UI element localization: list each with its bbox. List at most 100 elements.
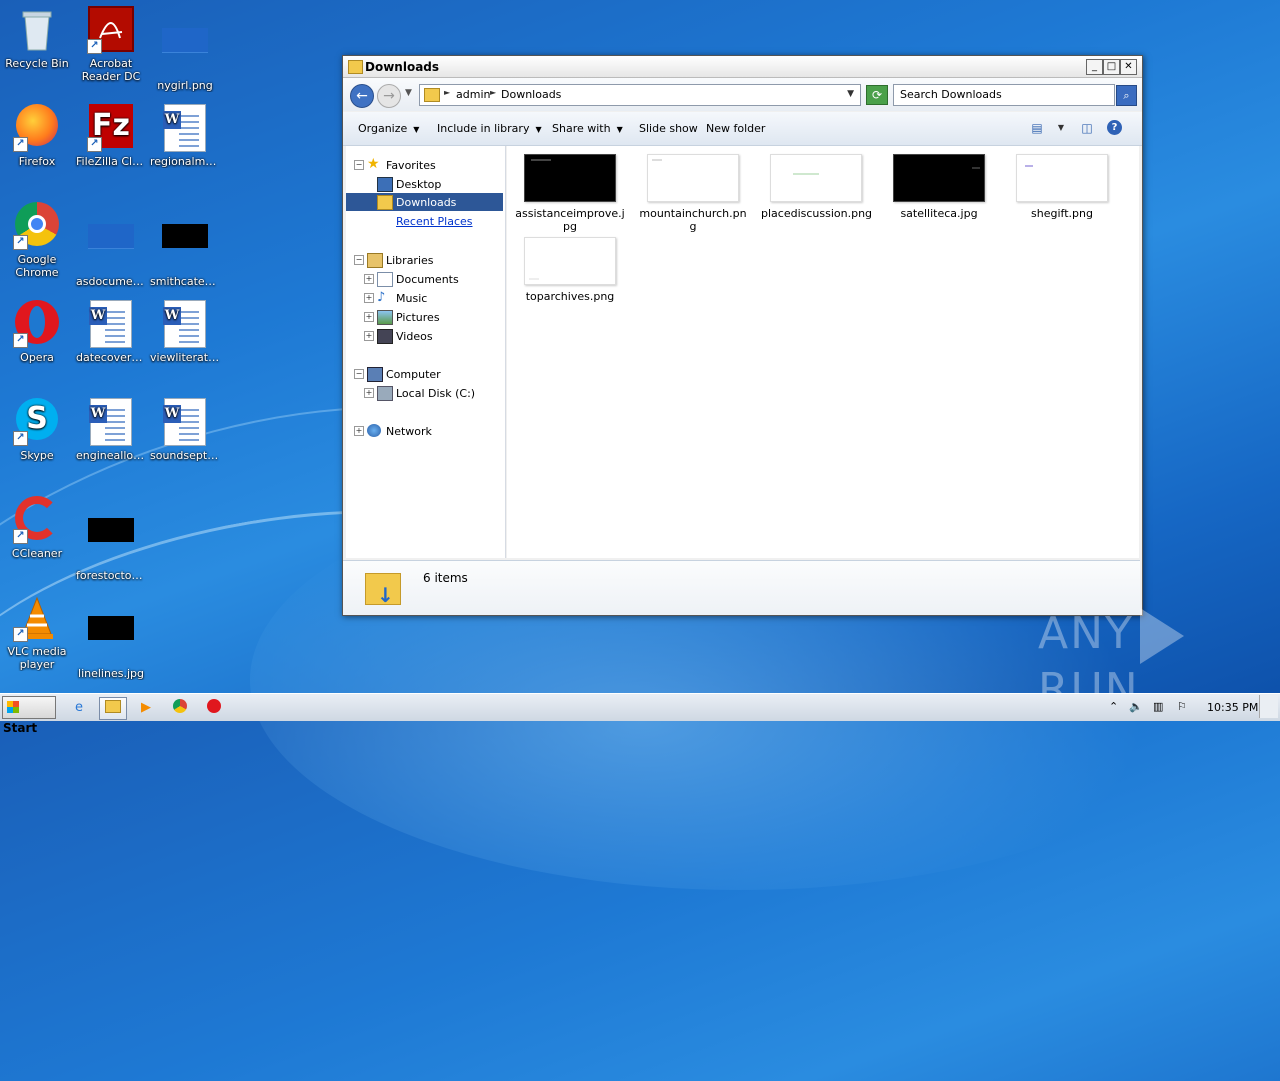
nav-network[interactable]: + Network <box>346 422 503 440</box>
pictures-icon <box>377 310 393 325</box>
preview-pane-icon[interactable]: ◫ <box>1079 120 1095 136</box>
nav-recent-places[interactable]: Recent Places <box>346 212 503 230</box>
desktop-icon-datecovera[interactable]: W datecovera... <box>74 300 148 364</box>
chevron-down-icon: ▼ <box>616 125 623 134</box>
desktop-icon-opera[interactable]: ↗ Opera <box>0 300 74 364</box>
internet-explorer-icon[interactable]: e <box>66 697 92 718</box>
nav-videos[interactable]: + Videos <box>346 327 503 345</box>
title-bar[interactable]: Downloads _ □ ✕ <box>343 56 1142 78</box>
desktop-icon-chrome[interactable]: ↗ Google Chrome <box>0 202 74 279</box>
nav-libraries[interactable]: − Libraries <box>346 251 503 269</box>
desktop-icon-label: Skype <box>20 449 54 462</box>
expand-icon[interactable]: + <box>364 331 374 341</box>
file-item[interactable]: mountainchurch.pn g <box>638 154 748 233</box>
file-item[interactable]: assistanceimprove.j pg <box>515 154 625 233</box>
nav-documents[interactable]: + Documents <box>346 270 503 288</box>
nav-desktop[interactable]: Desktop <box>346 175 503 193</box>
chevron-up-icon[interactable]: ⌃ <box>1109 700 1118 713</box>
music-icon: ♪ <box>377 290 386 305</box>
collapse-icon[interactable]: − <box>354 255 364 265</box>
chevron-down-icon[interactable]: ▼ <box>847 89 854 99</box>
show-desktop-button[interactable] <box>1259 695 1278 718</box>
desktop-icon-engineallow[interactable]: W engineallow... <box>74 398 148 462</box>
start-button[interactable]: Start <box>2 696 56 735</box>
search-icon[interactable]: ⌕ <box>1116 85 1137 106</box>
file-item[interactable]: toparchives.png <box>515 237 625 303</box>
chrome-taskbar-icon[interactable] <box>167 697 193 718</box>
desktop-icon-smithcatego[interactable]: smithcatego... <box>148 202 222 288</box>
chevron-down-icon[interactable]: ▼ <box>1053 120 1069 136</box>
desktop-icon-label: datecovera... <box>76 351 148 364</box>
desktop-icon-asdocument[interactable]: asdocument... <box>74 202 148 288</box>
recent-pages-dropdown[interactable]: ▼ <box>405 88 412 98</box>
chevron-right-icon[interactable]: ► <box>490 88 496 97</box>
organize-menu[interactable]: Organize ▼ <box>358 122 419 135</box>
desktop-icon-soundsepte[interactable]: W soundsepte... <box>148 398 222 462</box>
media-player-icon[interactable]: ▶ <box>133 697 159 718</box>
close-button[interactable]: ✕ <box>1120 59 1137 75</box>
vlc-icon: ↗ <box>13 594 61 642</box>
desktop-icon-recycle-bin[interactable]: Recycle Bin <box>0 6 74 70</box>
clock[interactable]: 10:35 PM <box>1207 701 1258 714</box>
file-item[interactable]: satelliteca.jpg <box>884 154 994 220</box>
start-label: Start <box>3 721 38 735</box>
skype-icon: S ↗ <box>13 398 61 446</box>
file-name-line-1: shegift.png <box>1031 207 1093 220</box>
explorer-taskbar-icon[interactable] <box>99 697 127 720</box>
back-button[interactable]: ← <box>350 84 374 108</box>
chevron-right-icon[interactable]: ► <box>444 88 450 97</box>
breadcrumb-downloads[interactable]: Downloads <box>501 88 561 101</box>
maximize-button[interactable]: □ <box>1103 59 1120 75</box>
search-input[interactable]: Search Downloads <box>893 84 1115 106</box>
network-tray-icon[interactable]: ▥ <box>1153 700 1163 713</box>
expand-icon[interactable]: + <box>354 426 364 436</box>
nav-music[interactable]: + ♪ Music <box>346 289 503 307</box>
desktop-icon-filezilla[interactable]: Fz ↗ FileZilla Client <box>74 104 148 168</box>
desktop-icon-viewliteratu[interactable]: W viewliteratu... <box>148 300 222 364</box>
nav-computer[interactable]: − Computer <box>346 365 503 383</box>
file-item[interactable]: placediscussion.png <box>761 154 872 220</box>
expand-icon[interactable]: + <box>364 293 374 303</box>
address-bar[interactable]: ► admin ► Downloads ▼ <box>419 84 861 106</box>
desktop-icon-linelines[interactable]: linelines.jpg <box>74 594 148 680</box>
desktop-icon-ccleaner[interactable]: ↗ CCleaner <box>0 496 74 560</box>
image-thumbnail-icon <box>87 518 135 566</box>
refresh-button[interactable]: ⟳ <box>866 85 888 105</box>
star-icon: ★ <box>367 156 380 172</box>
nav-label: Recent Places <box>396 215 473 228</box>
forward-button[interactable]: → <box>377 84 401 108</box>
desktop-icon-forestoctob[interactable]: forestoctob... <box>74 496 148 582</box>
file-item[interactable]: shegift.png <box>1007 154 1117 220</box>
minimize-button[interactable]: _ <box>1086 59 1103 75</box>
breadcrumb-admin[interactable]: admin <box>456 88 490 101</box>
nav-favorites[interactable]: − ★ Favorites <box>346 156 503 174</box>
desktop-icon-label: regionalmo... <box>150 155 222 168</box>
expand-icon[interactable]: + <box>364 388 374 398</box>
file-name-line-1: mountainchurch.pn <box>639 207 747 220</box>
nav-pictures[interactable]: + Pictures <box>346 308 503 326</box>
share-with-menu[interactable]: Share with ▼ <box>552 122 623 135</box>
help-icon[interactable]: ? <box>1107 120 1122 135</box>
collapse-icon[interactable]: − <box>354 160 364 170</box>
slide-show-button[interactable]: Slide show <box>639 122 698 135</box>
opera-taskbar-icon[interactable] <box>201 697 227 718</box>
desktop-icon-label: nygirl.png <box>157 79 213 92</box>
nav-local-disk[interactable]: + Local Disk (C:) <box>346 384 503 402</box>
expand-icon[interactable]: + <box>364 274 374 284</box>
include-in-library-menu[interactable]: Include in library ▼ <box>437 122 542 135</box>
desktop-icon-acrobat[interactable]: ↗ Acrobat Reader DC <box>74 6 148 83</box>
filezilla-icon: Fz ↗ <box>87 104 135 152</box>
desktop-icon-nygirl[interactable]: nygirl.png <box>148 6 222 92</box>
desktop-icon-regionalmo[interactable]: W regionalmo... <box>148 104 222 168</box>
volume-icon[interactable]: 🔈 <box>1129 700 1143 713</box>
collapse-icon[interactable]: − <box>354 369 364 379</box>
desktop-icon-skype[interactable]: S ↗ Skype <box>0 398 74 462</box>
new-folder-button[interactable]: New folder <box>706 122 765 135</box>
nav-downloads[interactable]: Downloads <box>346 193 503 211</box>
change-view-icon[interactable]: ▤ <box>1029 120 1045 136</box>
desktop-icon-firefox[interactable]: ↗ Firefox <box>0 104 74 168</box>
action-center-flag-icon[interactable]: ⚐ <box>1177 700 1187 713</box>
expand-icon[interactable]: + <box>364 312 374 322</box>
file-thumbnail <box>770 154 862 202</box>
desktop-icon-vlc[interactable]: ↗ VLC media player <box>0 594 74 671</box>
